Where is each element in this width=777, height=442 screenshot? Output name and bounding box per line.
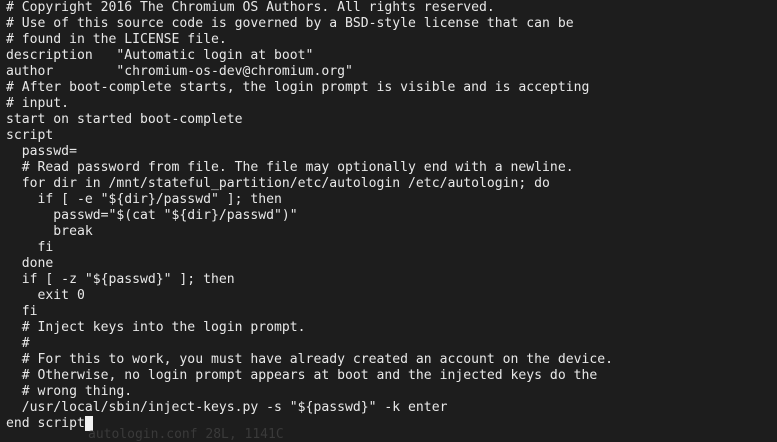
code-line: # Otherwise, no login prompt appears at …: [6, 368, 598, 383]
code-line: passwd="$(cat "${dir}/passwd")": [6, 208, 298, 223]
code-line: # For this to work, you must have alread…: [6, 352, 613, 367]
code-line: fi: [6, 304, 38, 319]
code-line: script: [6, 128, 54, 143]
code-line: #: [6, 336, 30, 351]
code-line: # Inject keys into the login prompt.: [6, 320, 306, 335]
code-line: break: [6, 224, 93, 239]
code-line: # input.: [6, 96, 70, 111]
code-line: # found in the LICENSE file.: [6, 32, 227, 47]
code-line: /usr/local/sbin/inject-keys.py -s "${pas…: [6, 400, 448, 415]
code-line: done: [6, 256, 54, 271]
code-line: # After boot-complete starts, the login …: [6, 80, 590, 95]
code-line: exit 0: [6, 288, 85, 303]
code-line: # Copyright 2016 The Chromium OS Authors…: [6, 0, 495, 15]
code-line: if [ -z "${passwd}" ]; then: [6, 272, 235, 287]
last-line-text: end script: [6, 416, 85, 431]
code-line: for dir in /mnt/stateful_partition/etc/a…: [6, 176, 550, 191]
code-line: # wrong thing.: [6, 384, 133, 399]
code-line: start on started boot-complete: [6, 112, 243, 127]
code-line: fi: [6, 240, 54, 255]
code-line: if [ -e "${dir}/passwd" ]; then: [6, 192, 282, 207]
code-line: # Read password from file. The file may …: [6, 160, 574, 175]
code-line: passwd=: [6, 144, 77, 159]
code-line: author "chromium-os-dev@chromium.org": [6, 64, 353, 79]
code-line: description "Automatic login at boot": [6, 48, 314, 63]
faint-status-text: autologin.conf 28L, 1141C: [88, 427, 284, 442]
code-text-area[interactable]: # Copyright 2016 The Chromium OS Authors…: [6, 0, 777, 416]
code-line: # Use of this source code is governed by…: [6, 16, 574, 31]
terminal-window[interactable]: # Copyright 2016 The Chromium OS Authors…: [0, 0, 777, 442]
